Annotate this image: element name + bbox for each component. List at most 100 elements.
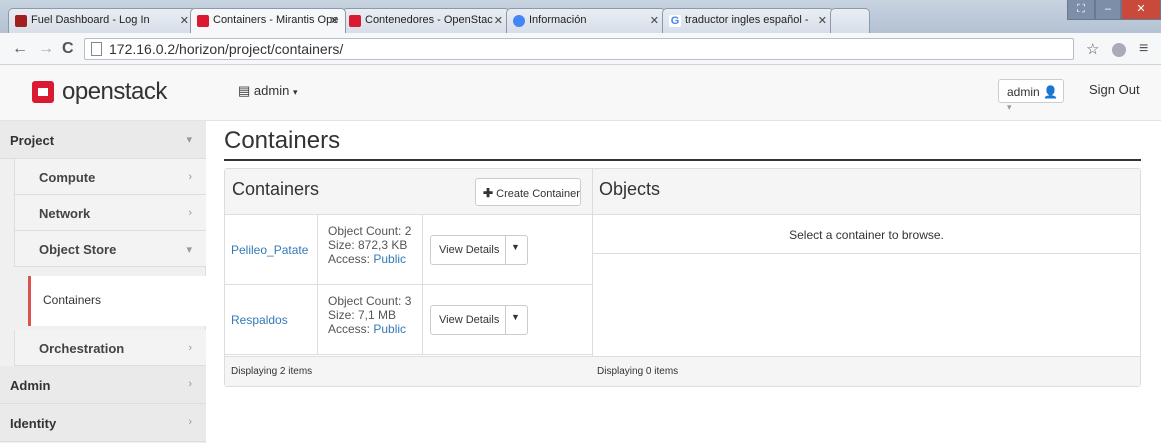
- chevron-right-icon: ›: [188, 378, 192, 390]
- user-name: admin: [1007, 85, 1040, 99]
- user-menu-button[interactable]: admin 👤 ▾: [998, 79, 1064, 112]
- page-icon: [91, 42, 102, 56]
- chevron-down-icon: ▾: [1007, 102, 1012, 112]
- access-public-link[interactable]: Public: [373, 252, 406, 266]
- sidebar: Project ▾ Compute › Network › Object Sto…: [0, 121, 206, 443]
- access-public-link[interactable]: Public: [373, 322, 406, 336]
- sidebar-item-compute[interactable]: Compute ›: [14, 159, 206, 195]
- panel-header: Containers ✚ Create Container Objects: [225, 169, 1140, 215]
- create-container-button[interactable]: ✚ Create Container: [475, 178, 581, 206]
- extension-icon[interactable]: [1112, 43, 1126, 57]
- chevron-right-icon: ›: [188, 207, 192, 219]
- browser-tab[interactable]: Fuel Dashboard - Log In ✕: [8, 8, 196, 33]
- tab-title: Fuel Dashboard - Log In: [31, 14, 150, 26]
- sidebar-item-admin[interactable]: Admin ›: [0, 366, 206, 404]
- button-label: View Details: [439, 314, 500, 326]
- back-icon[interactable]: ←: [12, 40, 28, 58]
- close-tab-icon[interactable]: ✕: [330, 14, 339, 27]
- object-count: Object Count: 3: [328, 294, 412, 308]
- tab-title: Información: [529, 14, 587, 26]
- table-row[interactable]: Respaldos Object Count: 3 Size: 7,1 MB A…: [225, 285, 592, 355]
- user-profile-icon[interactable]: ⛶: [1067, 0, 1095, 20]
- container-name-link[interactable]: Respaldos: [231, 313, 288, 327]
- objects-count-text: Displaying 0 items: [597, 366, 679, 377]
- view-details-button[interactable]: View Details ▼: [430, 235, 528, 265]
- divider: [505, 306, 506, 334]
- sidebar-item-label: Compute: [39, 170, 96, 185]
- openstack-favicon-icon: [197, 15, 209, 27]
- browser-tab[interactable]: Contenedores - OpenStac ✕: [342, 8, 510, 33]
- plus-icon: ✚: [483, 186, 494, 200]
- sidebar-item-orchestration[interactable]: Orchestration ›: [14, 330, 206, 366]
- sidebar-item-label: Object Store: [39, 242, 117, 257]
- logo-text: openstack: [62, 78, 167, 105]
- sidebar-item-containers[interactable]: Containers: [28, 276, 206, 326]
- bookmark-star-icon[interactable]: ☆: [1086, 40, 1099, 58]
- url-text: 172.16.0.2/horizon/project/containers/: [109, 41, 344, 57]
- container-info: Object Count: 3 Size: 7,1 MB Access: Pub…: [317, 285, 423, 355]
- sidebar-item-network[interactable]: Network ›: [14, 195, 206, 231]
- containers-count-text: Displaying 2 items: [231, 366, 313, 377]
- tab-title: traductor ingles español -: [685, 14, 809, 26]
- fuel-favicon-icon: [15, 15, 27, 27]
- close-tab-icon[interactable]: ✕: [494, 14, 503, 27]
- reload-icon[interactable]: C: [62, 40, 74, 58]
- forward-icon[interactable]: →: [38, 40, 54, 58]
- caret-down-icon[interactable]: ▼: [511, 242, 520, 252]
- containers-heading: Containers: [232, 179, 320, 199]
- chevron-right-icon: ›: [188, 171, 192, 183]
- app-header: openstack ▤ admin ▾ admin 👤 ▾ Sign Out: [0, 65, 1161, 121]
- table-row[interactable]: Pelileo_Patate Object Count: 2 Size: 872…: [225, 215, 592, 285]
- new-tab-button[interactable]: [830, 8, 870, 33]
- container-info: Object Count: 2 Size: 872,3 KB Access: P…: [317, 215, 423, 285]
- address-bar[interactable]: 172.16.0.2/horizon/project/containers/: [84, 38, 1074, 60]
- sidebar-item-project[interactable]: Project ▾: [0, 121, 206, 159]
- sidebar-item-object-store[interactable]: Object Store ▾: [14, 231, 206, 267]
- close-tab-icon[interactable]: ✕: [818, 14, 827, 27]
- minimize-icon[interactable]: –: [1095, 0, 1121, 20]
- browser-toolbar: ← → C 172.16.0.2/horizon/project/contain…: [0, 33, 1161, 65]
- close-tab-icon[interactable]: ✕: [180, 14, 189, 27]
- containers-panel: Containers ✚ Create Container Objects Pe…: [224, 168, 1141, 387]
- column-divider: [592, 169, 593, 386]
- close-window-icon[interactable]: ✕: [1121, 0, 1161, 20]
- browser-tab[interactable]: G traductor ingles español - ✕: [662, 8, 834, 33]
- divider: [505, 236, 506, 264]
- caret-down-icon[interactable]: ▼: [511, 312, 520, 322]
- browser-tab-active[interactable]: Containers - Mirantis Ope ✕: [190, 8, 346, 33]
- container-size: Size: 872,3 KB: [328, 238, 408, 252]
- chevron-right-icon: ›: [188, 416, 192, 428]
- container-size: Size: 7,1 MB: [328, 308, 397, 322]
- sidebar-item-label: Admin: [10, 378, 51, 393]
- chevron-down-icon: ▾: [186, 244, 192, 256]
- project-icon: ▤: [238, 83, 251, 98]
- openstack-logo-icon: [32, 81, 54, 103]
- button-label: View Details: [439, 244, 500, 256]
- user-icon: 👤: [1043, 85, 1058, 99]
- menu-icon[interactable]: ≡: [1139, 40, 1148, 58]
- browser-tab-strip: Fuel Dashboard - Log In ✕ Containers - M…: [0, 0, 1161, 33]
- sidebar-item-label: Network: [39, 206, 91, 221]
- access-label: Access:: [328, 322, 371, 336]
- sidebar-item-label: Containers: [43, 293, 102, 307]
- button-label: Create Container: [496, 188, 580, 200]
- project-name: admin: [253, 83, 290, 98]
- google-favicon-icon: G: [669, 15, 681, 27]
- close-tab-icon[interactable]: ✕: [650, 14, 659, 27]
- chrome-favicon-icon: [513, 15, 525, 27]
- title-divider: [224, 159, 1141, 161]
- openstack-favicon-icon: [349, 15, 361, 27]
- sidebar-item-label: Project: [10, 133, 55, 148]
- view-details-button[interactable]: View Details ▼: [430, 305, 528, 335]
- chevron-right-icon: ›: [188, 342, 192, 354]
- objects-heading: Objects: [599, 179, 661, 199]
- project-selector[interactable]: ▤ admin ▾: [238, 83, 298, 99]
- sidebar-item-identity[interactable]: Identity ›: [0, 404, 206, 442]
- object-count: Object Count: 2: [328, 224, 412, 238]
- chevron-down-icon: ▾: [186, 134, 192, 146]
- sign-out-link[interactable]: Sign Out: [1089, 82, 1140, 97]
- browser-tab[interactable]: Información ✕: [506, 8, 666, 33]
- panel-footer: Displaying 2 items Displaying 0 items: [225, 356, 1140, 386]
- container-name-link[interactable]: Pelileo_Patate: [231, 243, 308, 257]
- sidebar-item-label: Orchestration: [39, 341, 125, 356]
